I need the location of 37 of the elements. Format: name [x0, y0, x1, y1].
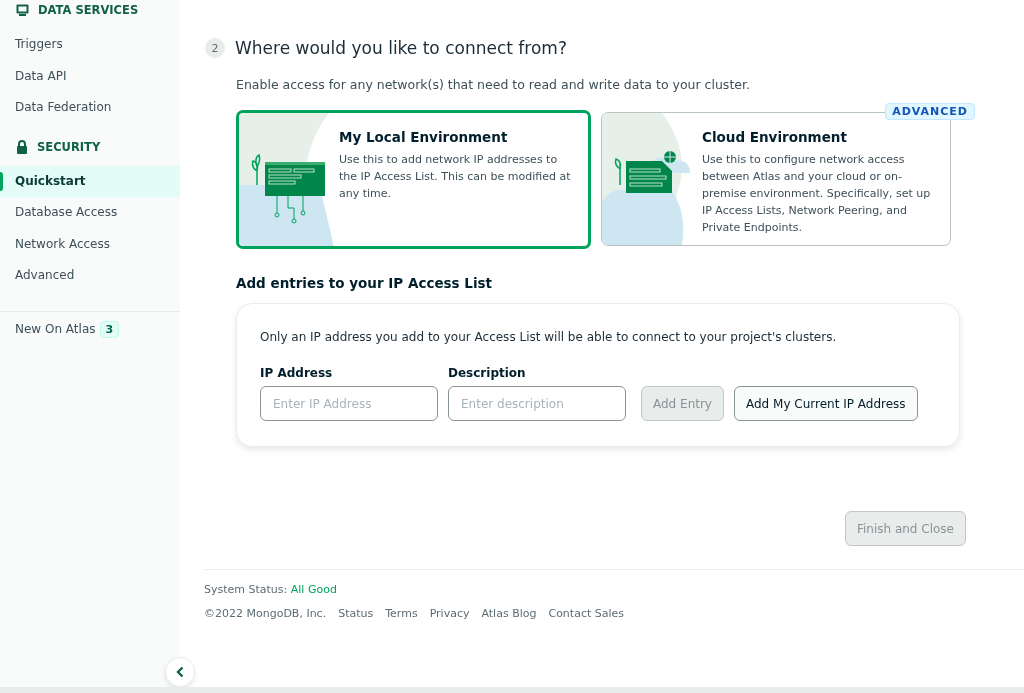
footer-link[interactable]: Terms — [385, 607, 418, 620]
copyright-text: ©2022 MongoDB, Inc. — [204, 607, 327, 620]
footer-link[interactable]: Privacy — [429, 607, 470, 620]
footer-link[interactable]: Contact Sales — [548, 607, 625, 620]
section-heading: SECURITY — [37, 139, 101, 154]
sidebar-item[interactable]: Database Access — [0, 197, 180, 229]
monitor-icon — [16, 4, 29, 16]
sidebar-item[interactable]: New On Atlas — [0, 313, 96, 345]
section-title: Add entries to your IP Access List — [236, 275, 494, 291]
step-title: Where would you like to connect from? — [235, 38, 567, 58]
chevron-left-icon — [176, 666, 184, 678]
sidebar-item[interactable]: Network Access — [0, 228, 180, 260]
action-button[interactable]: Add My Current IP Address — [734, 386, 918, 421]
sidebar-item[interactable]: Advanced — [0, 260, 180, 292]
intro-text: Enable access for any network(s) that need to read and write data to your cluster. — [236, 77, 751, 92]
sidebar-item[interactable]: Data API — [0, 60, 180, 92]
count-badge: 3 — [99, 320, 120, 338]
step-number: 2 — [205, 38, 225, 58]
lock-icon — [16, 139, 28, 154]
input-field[interactable]: Enter IP Address — [260, 386, 438, 421]
sidebar-item[interactable]: Triggers — [0, 29, 180, 61]
option-description: Use this to add network IP addresses to the IP Access List. This can be modified at any time. — [339, 152, 572, 202]
option-card[interactable]: My Local Environment Use this to add network IP addresses to the IP Access List. This can be modified at any time. — [236, 110, 591, 249]
status-label: System Status: — [204, 583, 288, 596]
footer-link[interactable]: Status — [338, 607, 374, 620]
note-text: Only an IP address you add to your Access List will be able to connect to your project's clusters. — [260, 330, 838, 344]
footer-link[interactable]: Atlas Blog — [481, 607, 537, 620]
option-title: My Local Environment — [339, 129, 509, 145]
sidebar-item[interactable]: Data Federation — [0, 92, 180, 124]
section-heading: DATA SERVICES — [38, 3, 139, 17]
option-description: Use this to configure network access between Atlas and your cloud or on-premise environment. Specifically, set up IP Access Lists, Network Peering, and Private Endpoints. — [702, 152, 932, 236]
field-label: Description — [448, 366, 527, 380]
option-title: Cloud Environment — [702, 129, 848, 145]
sidebar-item[interactable]: Quickstart — [0, 165, 180, 197]
advanced-badge: ADVANCED — [885, 103, 975, 120]
field-label: IP Address — [260, 366, 334, 380]
input-field[interactable]: Enter description — [448, 386, 626, 421]
